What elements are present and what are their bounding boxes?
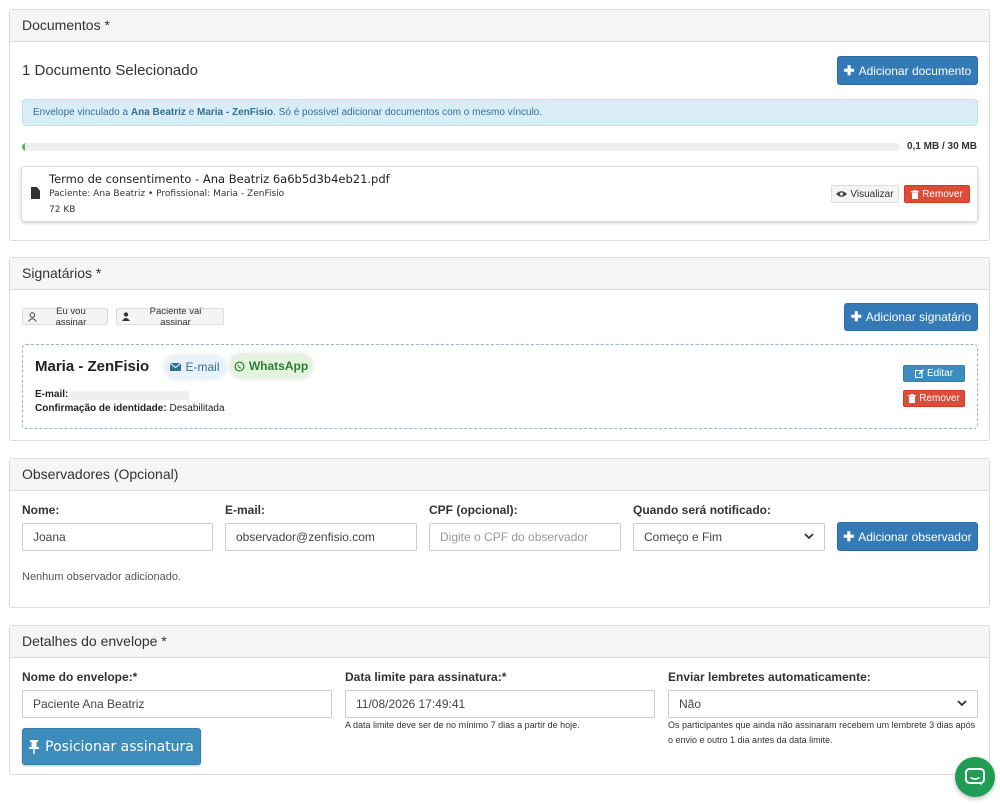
documents-heading: Documentos *: [10, 10, 989, 42]
deadline-input[interactable]: 11/08/2026 17:49:41: [345, 690, 655, 718]
trash-icon: [911, 189, 920, 199]
selected-documents-title: 1 Documento Selecionado: [22, 62, 198, 79]
envelope-icon: [170, 363, 182, 371]
signer-email-row: E-mail:: [35, 389, 69, 400]
deadline-label: Data limite para assinatura:*: [345, 670, 507, 684]
envelope-link-info: Envelope vinculado a Ana Beatriz e Maria…: [22, 99, 978, 126]
i-will-sign-button[interactable]: Eu vou assinar: [22, 306, 108, 328]
observers-panel: Observadores (Opcional) Nome: E-mail: CP…: [9, 458, 990, 608]
remove-signer-button[interactable]: Remover: [903, 390, 965, 407]
add-signer-button[interactable]: ✚ Adicionar signatário: [844, 303, 978, 331]
observer-notify-select[interactable]: Começo e Fim: [633, 523, 825, 551]
plus-icon: ✚: [843, 62, 855, 78]
observer-cpf-label: CPF (opcional):: [429, 503, 518, 517]
envelope-name-label: Nome do envelope:*: [22, 670, 138, 684]
redacted-email: [71, 391, 189, 400]
edit-signer-button[interactable]: Editar: [903, 365, 965, 382]
edit-icon: [914, 369, 924, 378]
document-meta: Paciente: Ana Beatriz • Profissional: Ma…: [49, 189, 285, 199]
reminders-select[interactable]: Não: [668, 690, 978, 718]
view-document-button[interactable]: Visualizar: [831, 185, 899, 203]
storage-quota-fill: [22, 143, 25, 151]
chevron-down-icon: [957, 700, 967, 707]
envelope-name-input[interactable]: Paciente Ana Beatriz: [22, 690, 332, 718]
reminders-hint: Os participantes que ainda não assinaram…: [668, 720, 976, 745]
linked-patient: Ana Beatriz: [130, 107, 186, 118]
observer-name-input[interactable]: Joana: [22, 523, 213, 551]
patient-will-sign-button[interactable]: Paciente vai assinar: [116, 306, 224, 328]
chat-icon: [965, 767, 985, 786]
document-size: 72 KB: [49, 205, 76, 215]
plus-icon: ✚: [850, 309, 862, 324]
envelope-details-heading: Detalhes do envelope *: [10, 626, 989, 658]
observer-cpf-input[interactable]: Digite o CPF do observador: [429, 523, 621, 551]
storage-quota-text: 0,1 MB / 30 MB: [906, 141, 977, 152]
observer-email-input[interactable]: observador@zenfisio.com: [225, 523, 417, 551]
document-name: Termo de consentimento - Ana Beatriz 6a6…: [49, 172, 390, 186]
file-icon: [31, 187, 40, 199]
reminders-label: Enviar lembretes automaticamente:: [668, 670, 871, 684]
storage-quota-bar: [22, 143, 900, 151]
whatsapp-channel-pill[interactable]: WhatsApp: [230, 354, 312, 378]
plus-icon: ✚: [843, 528, 855, 544]
signer-card: Maria - ZenFisio E-mail WhatsApp E-mail:…: [22, 344, 978, 429]
trash-icon: [908, 394, 917, 403]
observer-email-label: E-mail:: [225, 503, 266, 517]
user-icon: [122, 312, 130, 321]
documents-panel: Documentos * 1 Documento Selecionado ✚ A…: [9, 9, 990, 241]
eye-icon: [836, 191, 848, 197]
add-document-label: Adicionar documento: [858, 63, 972, 78]
observer-name-label: Nome:: [22, 503, 60, 517]
pin-icon: [29, 739, 40, 754]
linked-professional: Maria - ZenFisio: [197, 107, 274, 118]
user-outline-icon: [28, 311, 37, 322]
no-observers-message: Nenhum observador adicionado.: [22, 571, 181, 583]
document-card: Termo de consentimento - Ana Beatriz 6a6…: [21, 166, 978, 222]
deadline-hint: A data limite deve ser de no mínimo 7 di…: [345, 720, 580, 730]
email-channel-pill[interactable]: E-mail: [164, 355, 226, 379]
add-document-button[interactable]: ✚ Adicionar documento: [837, 56, 978, 85]
signer-identity-row: Confirmação de identidade: Desabilitada: [35, 403, 225, 414]
signers-heading: Signatários *: [10, 258, 989, 290]
signer-name: Maria - ZenFisio: [35, 358, 150, 375]
chevron-down-icon: [804, 533, 814, 540]
observer-notify-label: Quando será notificado:: [633, 503, 772, 517]
signers-panel: Signatários * Eu vou assinar Paciente va…: [9, 257, 990, 441]
whatsapp-icon: [234, 361, 245, 371]
add-observer-button[interactable]: ✚ Adicionar observador: [837, 522, 978, 551]
envelope-details-panel: Detalhes do envelope * Nome do envelope:…: [9, 625, 990, 775]
remove-document-button[interactable]: Remover: [904, 185, 970, 203]
chat-launcher-button[interactable]: [955, 757, 995, 797]
observers-heading: Observadores (Opcional): [10, 459, 989, 491]
position-signature-button[interactable]: Posicionar assinatura: [22, 728, 201, 765]
